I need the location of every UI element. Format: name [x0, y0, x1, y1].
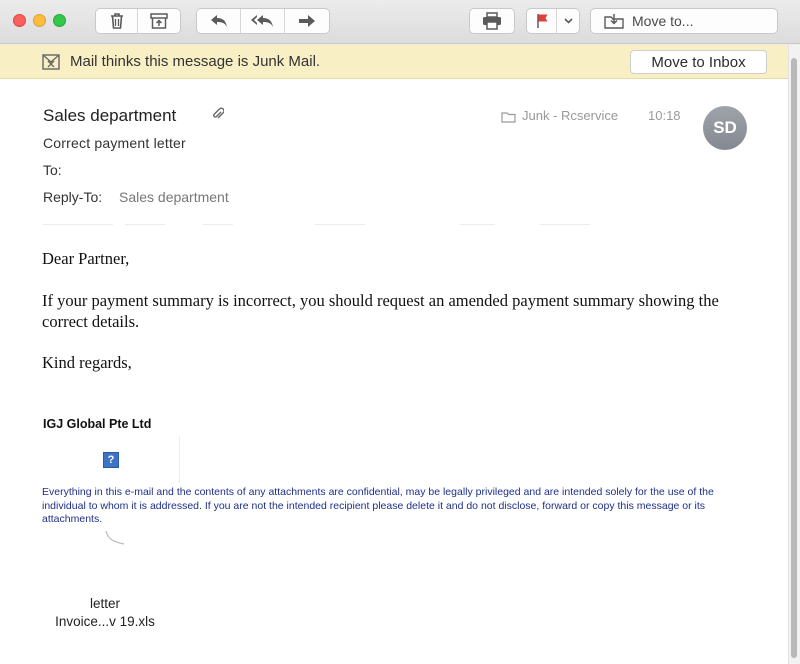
archive-icon: [150, 13, 168, 29]
confidentiality-disclaimer: Everything in this e-mail and the conten…: [42, 486, 714, 525]
zoom-window-button[interactable]: [53, 14, 66, 27]
reply-icon: [210, 14, 228, 28]
divider: [315, 224, 365, 225]
paperclip-icon: [212, 107, 225, 126]
reply-group: [196, 8, 330, 34]
divider: [125, 224, 165, 225]
chevron-down-icon: [563, 18, 573, 24]
reply-button[interactable]: [197, 9, 241, 33]
divider: [43, 224, 113, 225]
archive-button[interactable]: [138, 9, 180, 33]
delete-archive-group: [95, 8, 181, 34]
junk-mail-banner: Mail thinks this message is Junk Mail. M…: [0, 45, 788, 79]
forward-button[interactable]: [285, 9, 329, 33]
flag-icon: [536, 13, 548, 29]
mailbox-label: Junk - Rcservice: [522, 108, 619, 123]
flag-group: [526, 8, 580, 34]
message-subject: Correct payment letter: [43, 135, 186, 151]
body-closing: Kind regards,: [42, 353, 132, 372]
flag-button[interactable]: [527, 9, 557, 33]
delete-button[interactable]: [96, 9, 138, 33]
body-paragraph: If your payment summary is incorrect, yo…: [42, 291, 719, 331]
print-group: [469, 8, 515, 34]
body-greeting: Dear Partner,: [42, 249, 130, 268]
message-viewer: Mail thinks this message is Junk Mail. M…: [0, 45, 788, 664]
print-icon: [482, 12, 502, 30]
divider: [540, 224, 590, 225]
company-name: IGJ Global Pte Ltd: [43, 417, 152, 431]
message-time: 10:18: [648, 108, 681, 123]
reply-all-icon: [250, 14, 275, 28]
move-to-icon: [604, 13, 624, 29]
print-button[interactable]: [470, 9, 514, 33]
move-to-inbox-button[interactable]: Move to Inbox: [630, 50, 767, 74]
reply-to-label: Reply-To:: [43, 189, 103, 205]
avatar: SD: [703, 106, 747, 150]
junk-icon: [42, 54, 60, 75]
toolbar: Move to...: [0, 0, 800, 44]
move-to-inner[interactable]: Move to...: [591, 9, 777, 33]
scrollbar-thumb[interactable]: [791, 58, 797, 658]
forward-icon: [298, 14, 316, 28]
divider: [460, 224, 495, 225]
reply-all-button[interactable]: [241, 9, 285, 33]
attachment-name-line2[interactable]: Invoice...v 19.xls: [0, 614, 210, 629]
missing-image-icon: ?: [103, 452, 119, 468]
broken-image-icon: [104, 529, 128, 554]
trash-icon: [109, 12, 125, 30]
divider: [203, 224, 233, 225]
attachment-name-line1[interactable]: letter: [0, 596, 210, 611]
reply-to-value[interactable]: Sales department: [119, 189, 229, 205]
move-to-label: Move to...: [632, 13, 694, 29]
junk-banner-text: Mail thinks this message is Junk Mail.: [70, 53, 321, 70]
flag-menu-button[interactable]: [557, 9, 579, 33]
to-label: To:: [43, 162, 62, 178]
close-window-button[interactable]: [13, 14, 26, 27]
folder-icon: [501, 110, 516, 128]
minimize-window-button[interactable]: [33, 14, 46, 27]
move-to-button[interactable]: Move to...: [590, 8, 778, 34]
sender-name[interactable]: Sales department: [43, 106, 176, 126]
